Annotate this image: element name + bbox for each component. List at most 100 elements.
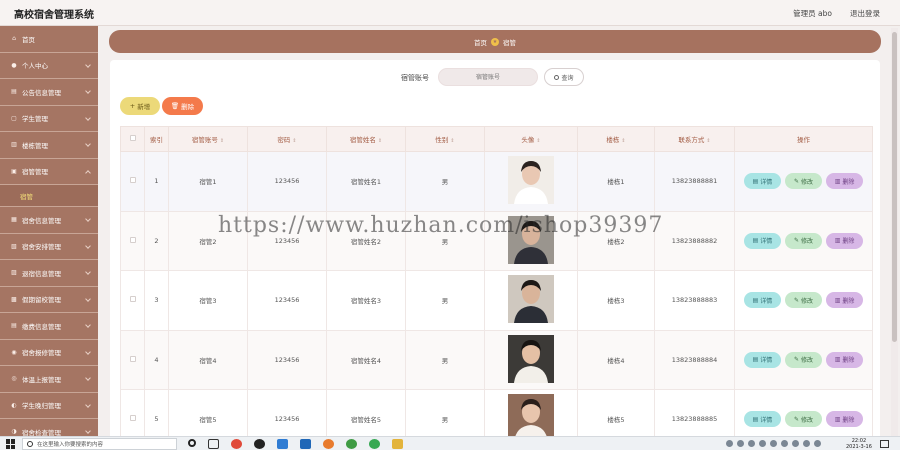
col-building[interactable]: 楼栋 ⇕	[577, 126, 655, 152]
sidebar-item-late[interactable]: ◐ 学生晚归管理	[0, 393, 98, 419]
scrollbar-thumb[interactable]	[892, 32, 897, 342]
edit-button[interactable]: ✎ 修改	[785, 292, 822, 309]
tray-icon[interactable]	[726, 440, 733, 447]
row-checkbox[interactable]	[120, 151, 145, 212]
logout-link[interactable]: 退出登录	[850, 8, 880, 19]
sidebar-item-buildings[interactable]: ▥ 楼栋管理	[0, 132, 98, 159]
sort-icon: ⇕	[450, 138, 455, 144]
detail-button[interactable]: ▤ 详情	[743, 173, 781, 190]
sidebar-item-home[interactable]: ⌂ 首页	[0, 26, 98, 53]
batch-delete-button[interactable]: 🗑 删除	[162, 97, 203, 115]
sidebar-item-dorm-info[interactable]: ▦ 宿舍信息管理	[0, 207, 98, 234]
col-password[interactable]: 密码 ⇕	[247, 126, 327, 152]
search-input[interactable]	[438, 68, 538, 86]
col-avatar[interactable]: 头像 ⇕	[484, 126, 578, 152]
row-checkbox[interactable]	[120, 329, 145, 390]
page-scrollbar[interactable]	[891, 28, 898, 436]
sort-icon: ⇕	[536, 138, 541, 144]
sidebar-item-checkout[interactable]: ▨ 退宿信息管理	[0, 260, 98, 287]
trash-icon: ▥	[834, 415, 841, 423]
plus-icon: +	[129, 102, 136, 110]
folder-icon[interactable]	[392, 439, 403, 449]
cell-phone: 13823888883	[654, 270, 735, 331]
tray-icon[interactable]	[781, 440, 788, 447]
sidebar-item-inspection[interactable]: ◑ 宿舍检查管理	[0, 419, 98, 436]
col-gender[interactable]: 性别 ⇕	[405, 126, 485, 152]
tray-icon[interactable]	[748, 440, 755, 447]
edit-button[interactable]: ✎ 修改	[785, 232, 822, 249]
star-icon: ★	[491, 37, 499, 46]
trash-icon: 🗑	[170, 102, 180, 110]
tray-icon[interactable]	[792, 440, 799, 447]
edit-button[interactable]: ✎ 修改	[785, 411, 822, 428]
delete-button[interactable]: ▥ 删除	[826, 351, 864, 368]
delete-button-label: 删除	[181, 103, 195, 111]
trash-icon: ▥	[834, 356, 841, 364]
sidebar-item-managers[interactable]: ▣ 宿管管理	[0, 159, 98, 185]
tray-icon[interactable]	[803, 440, 810, 447]
tray-icon[interactable]	[759, 440, 766, 447]
select-all-checkbox[interactable]	[120, 126, 145, 152]
sidebar-item-dorm-arrange[interactable]: ▧ 宿舍安排管理	[0, 234, 98, 260]
delete-button[interactable]: ▥ 删除	[826, 411, 864, 428]
sidebar-item-repair[interactable]: ◉ 宿舍报修管理	[0, 340, 98, 366]
tray-icon[interactable]	[814, 440, 821, 447]
delete-button[interactable]: ▥ 删除	[826, 292, 864, 309]
tray-icon[interactable]	[737, 440, 744, 447]
cell-index: 3	[144, 270, 169, 331]
delete-button[interactable]: ▥ 删除	[826, 173, 864, 190]
app-icon-cluster[interactable]	[300, 439, 311, 449]
delete-button[interactable]: ▥ 删除	[826, 232, 864, 249]
sidebar-item-label: 公告信息管理	[22, 88, 61, 97]
add-button[interactable]: + 新增	[120, 97, 160, 115]
windows-start-icon[interactable]	[6, 439, 16, 449]
sidebar-subitem-manager[interactable]: 宿管	[0, 185, 98, 207]
cell-gender: 男	[405, 329, 485, 390]
search-button[interactable]: 查询	[544, 68, 584, 86]
table-row[interactable]: 4 宿管4 123456 宿管姓名4 男 楼栋4 13823888884 ▤ 详情…	[120, 329, 873, 390]
chevron-down-icon	[85, 216, 91, 222]
taskbar-clock[interactable]: 22:02 2021-3-16	[846, 438, 872, 450]
sidebar-item-label: 宿舍检查管理	[22, 428, 61, 436]
table-row[interactable]: 1 宿管1 123456 宿管姓名1 男 楼栋1 13823888881 ▤ 详情…	[120, 151, 873, 212]
cell-account: 宿管4	[168, 329, 248, 390]
wechat-icon[interactable]	[369, 439, 380, 449]
tray-icon[interactable]	[770, 440, 777, 447]
col-account[interactable]: 宿管账号 ⇕	[168, 126, 248, 152]
cortana-icon[interactable]	[188, 439, 196, 447]
trash-icon: ▥	[834, 237, 841, 245]
col-phone[interactable]: 联系方式 ⇕	[654, 126, 735, 152]
detail-button[interactable]: ▤ 详情	[743, 411, 781, 428]
taskbar-apps	[188, 439, 415, 449]
sidebar-item-profile[interactable]: ● 个人中心	[0, 53, 98, 79]
chevron-up-icon	[85, 169, 91, 176]
avatar[interactable]	[508, 334, 554, 383]
breadcrumb-home[interactable]: 首页	[474, 37, 487, 47]
sidebar-item-temperature[interactable]: ◎ 体温上报管理	[0, 366, 98, 393]
sidebar-item-payment[interactable]: ▤ 缴费信息管理	[0, 313, 98, 340]
edit-button[interactable]: ✎ 修改	[785, 351, 822, 368]
col-name[interactable]: 宿管姓名 ⇕	[326, 126, 406, 152]
detail-button[interactable]: ▤ 详情	[743, 292, 781, 309]
sidebar-item-students[interactable]: ▢ 学生管理	[0, 106, 98, 132]
row-checkbox[interactable]	[120, 270, 145, 331]
chrome-icon[interactable]	[346, 439, 357, 449]
detail-button[interactable]: ▤ 详情	[743, 232, 781, 249]
avatar[interactable]	[508, 275, 554, 324]
detail-button[interactable]: ▤ 详情	[743, 351, 781, 368]
sidebar: ⌂ 首页 ● 个人中心 ▤ 公告信息管理 ▢ 学生管理 ▥ 楼栋管理 ▣ 宿管管理 宿管 ▦…	[0, 26, 98, 436]
sidebar-item-notice[interactable]: ▤ 公告信息管理	[0, 79, 98, 106]
sidebar-item-holiday[interactable]: ▩ 假期留校管理	[0, 287, 98, 313]
notification-icon[interactable]	[880, 440, 889, 448]
chrome-icon[interactable]	[231, 439, 242, 449]
edit-button[interactable]: ✎ 修改	[785, 173, 822, 190]
row-checkbox[interactable]	[120, 210, 145, 271]
table-row[interactable]: 3 宿管3 123456 宿管姓名3 男 楼栋3 13823888883 ▤ 详情…	[120, 270, 873, 331]
avatar[interactable]	[508, 156, 554, 205]
firefox-icon[interactable]	[323, 439, 334, 449]
app-icon-blue[interactable]	[277, 439, 288, 449]
qq-icon[interactable]	[254, 439, 265, 449]
taskbar-search[interactable]: 在这里输入你要搜索的内容	[22, 438, 177, 450]
search-button-label: 查询	[561, 74, 574, 82]
task-view-icon[interactable]	[208, 439, 219, 449]
